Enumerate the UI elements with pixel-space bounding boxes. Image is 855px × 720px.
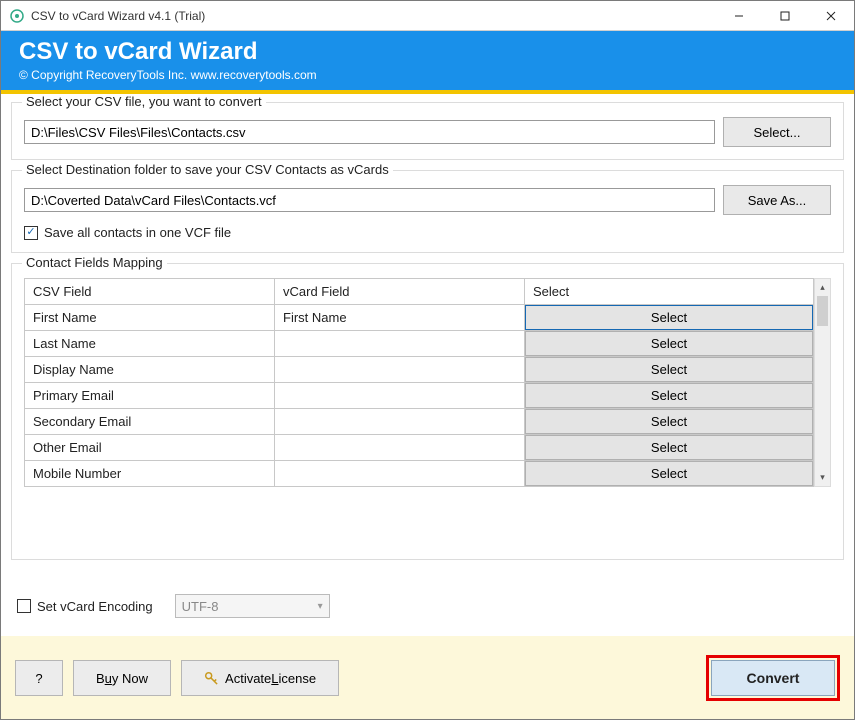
mapping-group: Contact Fields Mapping CSV Field vCard F… [11, 263, 844, 560]
header-select[interactable]: Select [525, 279, 814, 305]
csv-field-cell: Primary Email [25, 383, 275, 409]
select-cell: Select [525, 461, 814, 487]
maximize-button[interactable] [762, 1, 808, 31]
source-path-input[interactable] [24, 120, 715, 144]
activate-pre: Activate [225, 671, 271, 686]
mapping-table: CSV Field vCard Field Select First NameF… [24, 278, 814, 487]
select-file-button[interactable]: Select... [723, 117, 831, 147]
select-mapping-button[interactable]: Select [525, 331, 813, 356]
encoding-label: Set vCard Encoding [37, 599, 153, 614]
scrollbar[interactable]: ▴ ▾ [814, 278, 831, 487]
buy-underline: u [105, 671, 112, 686]
csv-field-cell: Display Name [25, 357, 275, 383]
buy-now-button[interactable]: Buy Now [73, 660, 171, 696]
select-cell: Select [525, 435, 814, 461]
table-row: Other Email Select [25, 435, 814, 461]
source-group-label: Select your CSV file, you want to conver… [22, 94, 266, 109]
destination-group: Select Destination folder to save your C… [11, 170, 844, 253]
minimize-button[interactable] [716, 1, 762, 31]
scroll-down-icon[interactable]: ▾ [815, 469, 830, 486]
csv-field-cell: Mobile Number [25, 461, 275, 487]
footer: ? Buy Now Activate License Convert [1, 636, 854, 719]
csv-field-cell: Other Email [25, 435, 275, 461]
table-row: Last Name Select [25, 331, 814, 357]
activate-license-button[interactable]: Activate License [181, 660, 339, 696]
destination-path-input[interactable] [24, 188, 715, 212]
activate-post: icense [279, 671, 317, 686]
app-window: CSV to vCard Wizard v4.1 (Trial) CSV to … [0, 0, 855, 720]
vcard-field-cell [275, 331, 525, 357]
select-mapping-button[interactable]: Select [525, 409, 813, 434]
scroll-thumb[interactable] [817, 296, 828, 326]
encoding-combo[interactable]: UTF-8 ▾ [175, 594, 330, 618]
destination-group-label: Select Destination folder to save your C… [22, 162, 393, 177]
select-cell: Select [525, 409, 814, 435]
encoding-value: UTF-8 [182, 599, 219, 614]
table-row: Primary Email Select [25, 383, 814, 409]
select-cell: Select [525, 305, 814, 331]
table-row: Display Name Select [25, 357, 814, 383]
source-group: Select your CSV file, you want to conver… [11, 102, 844, 160]
select-mapping-button[interactable]: Select [525, 305, 813, 330]
convert-button[interactable]: Convert [711, 660, 835, 696]
scroll-up-icon[interactable]: ▴ [815, 279, 830, 296]
header-banner: CSV to vCard Wizard © Copyright Recovery… [1, 31, 854, 94]
vcard-field-cell [275, 461, 525, 487]
content-area: Select your CSV file, you want to conver… [1, 94, 854, 636]
table-row: First NameFirst NameSelect [25, 305, 814, 331]
select-mapping-button[interactable]: Select [525, 383, 813, 408]
convert-highlight: Convert [706, 655, 840, 701]
activate-underline: L [271, 671, 278, 686]
select-cell: Select [525, 383, 814, 409]
vcard-field-cell [275, 409, 525, 435]
save-all-checkbox-row[interactable]: ✓ Save all contacts in one VCF file [24, 225, 831, 240]
csv-field-cell: Last Name [25, 331, 275, 357]
vcard-field-cell [275, 357, 525, 383]
header-csv-field[interactable]: CSV Field [25, 279, 275, 305]
close-button[interactable] [808, 1, 854, 31]
save-as-button[interactable]: Save As... [723, 185, 831, 215]
table-row: Mobile Number Select [25, 461, 814, 487]
save-all-checkbox[interactable]: ✓ [24, 226, 38, 240]
header-vcard-field[interactable]: vCard Field [275, 279, 525, 305]
mapping-group-label: Contact Fields Mapping [22, 255, 167, 270]
select-cell: Select [525, 357, 814, 383]
window-title: CSV to vCard Wizard v4.1 (Trial) [31, 9, 716, 23]
select-mapping-button[interactable]: Select [525, 357, 813, 382]
select-cell: Select [525, 331, 814, 357]
csv-field-cell: Secondary Email [25, 409, 275, 435]
csv-field-cell: First Name [25, 305, 275, 331]
table-row: Secondary Email Select [25, 409, 814, 435]
select-mapping-button[interactable]: Select [525, 461, 813, 486]
encoding-checkbox-row[interactable]: ✓ Set vCard Encoding [17, 599, 153, 614]
help-button[interactable]: ? [15, 660, 63, 696]
save-all-label: Save all contacts in one VCF file [44, 225, 231, 240]
vcard-field-cell [275, 435, 525, 461]
vcard-field-cell [275, 383, 525, 409]
buy-pre: B [96, 671, 105, 686]
header-title: CSV to vCard Wizard [19, 39, 836, 65]
titlebar: CSV to vCard Wizard v4.1 (Trial) [1, 1, 854, 31]
vcard-field-cell: First Name [275, 305, 525, 331]
app-icon [9, 8, 25, 24]
select-mapping-button[interactable]: Select [525, 435, 813, 460]
key-icon [204, 671, 219, 686]
chevron-down-icon: ▾ [318, 601, 323, 612]
header-subtitle: © Copyright RecoveryTools Inc. www.recov… [19, 68, 836, 82]
buy-post: y Now [112, 671, 148, 686]
table-header-row: CSV Field vCard Field Select [25, 279, 814, 305]
encoding-row: ✓ Set vCard Encoding UTF-8 ▾ [11, 570, 844, 636]
encoding-checkbox[interactable]: ✓ [17, 599, 31, 613]
